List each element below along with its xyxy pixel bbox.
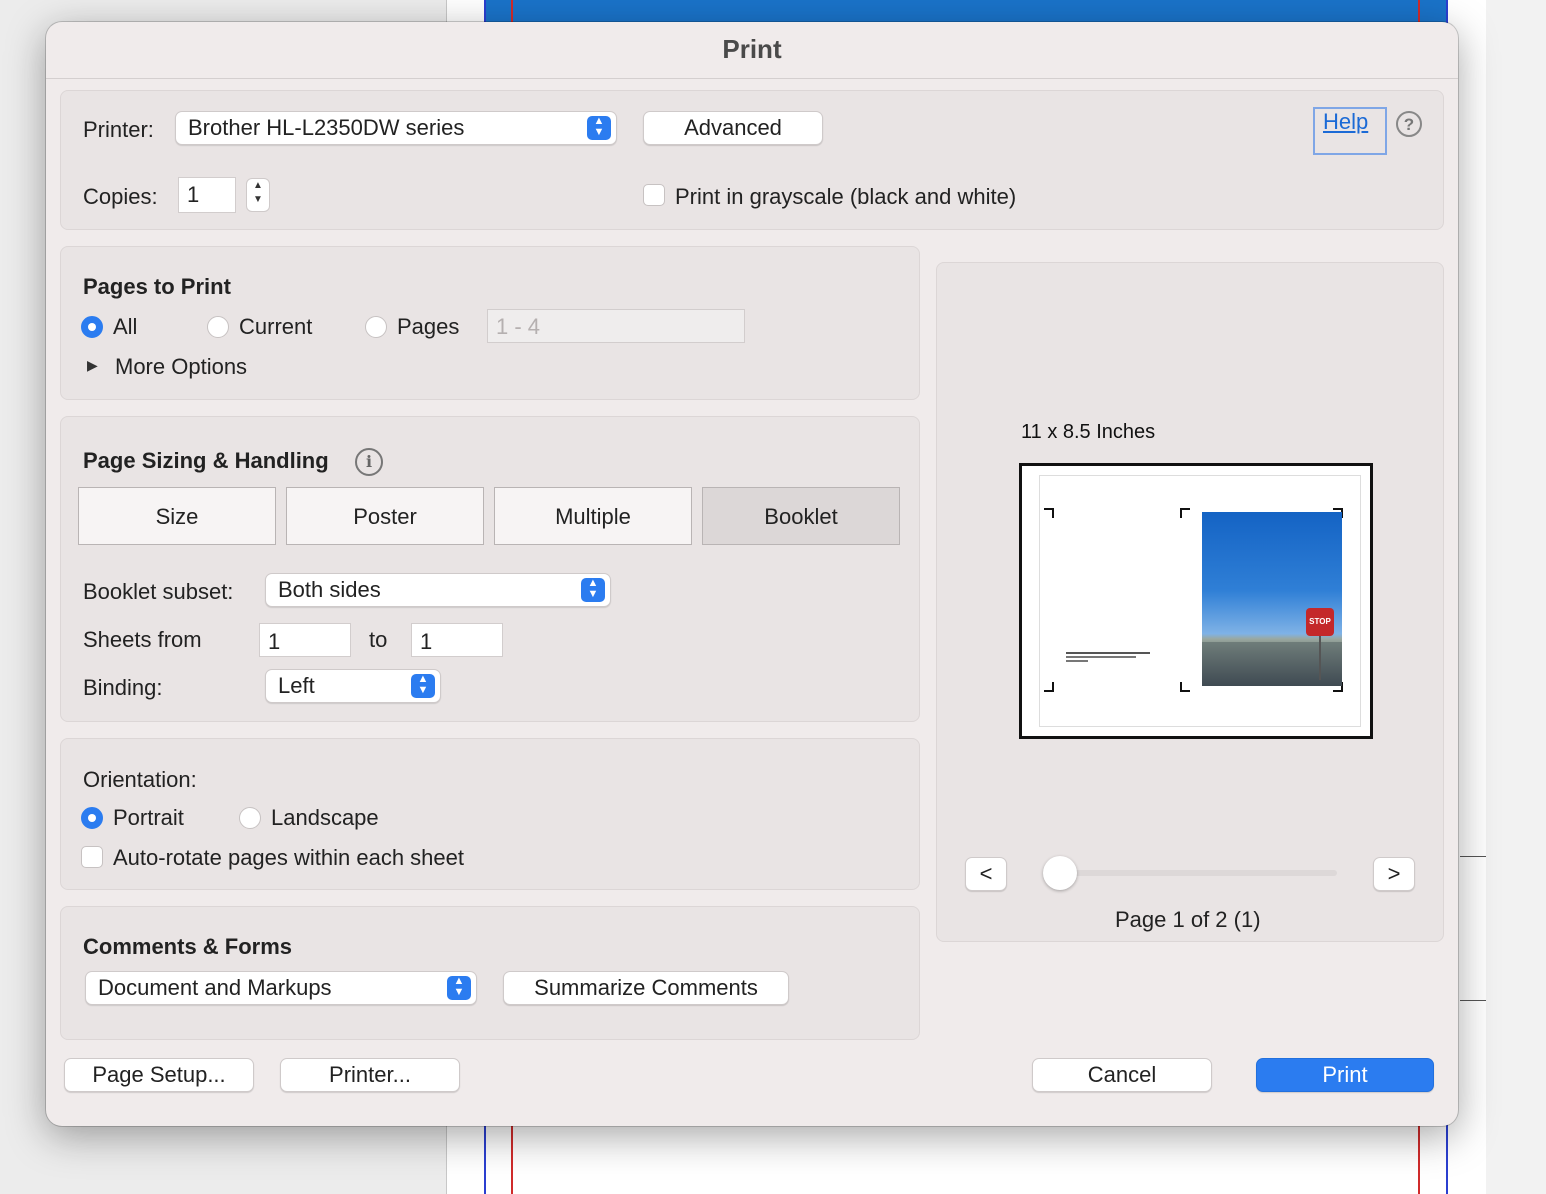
preview-text-line xyxy=(1066,656,1136,658)
background-side-strip xyxy=(1486,0,1546,1194)
preview-sheet: STOP xyxy=(1040,476,1360,726)
autorotate-label: Auto-rotate pages within each sheet xyxy=(113,845,465,870)
radio-landscape-label: Landscape xyxy=(271,805,379,830)
background-document-banner xyxy=(484,0,1448,24)
background-rule xyxy=(1460,856,1486,857)
tab-size[interactable]: Size xyxy=(78,487,276,545)
copies-field[interactable]: 1 xyxy=(178,177,236,213)
page-setup-button[interactable]: Page Setup... xyxy=(64,1058,254,1092)
radio-all-label: All xyxy=(113,314,138,339)
page-range-field[interactable]: 1 - 4 xyxy=(487,309,745,343)
cancel-button[interactable]: Cancel xyxy=(1032,1058,1212,1092)
stop-sign-icon: STOP xyxy=(1306,608,1334,636)
disclosure-triangle-icon[interactable]: ▶ xyxy=(87,357,98,374)
dialog-titlebar: Print xyxy=(46,22,1458,79)
help-icon[interactable]: ? xyxy=(1396,111,1422,137)
pages-to-print-panel: Pages to Print All Current Pages 1 - 4 ▶… xyxy=(60,246,920,400)
info-icon[interactable]: i xyxy=(355,448,383,476)
grayscale-checkbox[interactable] xyxy=(643,184,665,206)
comments-forms-value: Document and Markups xyxy=(98,975,332,1000)
crop-mark xyxy=(1044,682,1054,692)
booklet-subset-value: Both sides xyxy=(278,577,381,602)
tab-poster[interactable]: Poster xyxy=(286,487,484,545)
print-dialog: Print Printer: Brother HL-L2350DW series… xyxy=(46,22,1458,1126)
page-slider-track[interactable] xyxy=(1045,870,1337,876)
preview-text-line xyxy=(1066,660,1088,662)
help-link[interactable]: Help xyxy=(1323,109,1368,135)
sheets-to-field[interactable]: 1 xyxy=(411,623,503,657)
booklet-subset-label: Booklet subset: xyxy=(83,579,234,604)
advanced-button[interactable]: Advanced xyxy=(643,111,823,145)
preview-panel: 11 x 8.5 Inches STOP < > Page 1 of 2 (1) xyxy=(936,262,1444,942)
crop-mark xyxy=(1180,682,1190,692)
page-sizing-panel: Page Sizing & Handling i Booklet subset:… xyxy=(60,416,920,722)
printer-select[interactable]: Brother HL-L2350DW series ▲ ▼ xyxy=(175,111,617,145)
prev-page-button[interactable]: < xyxy=(965,857,1007,891)
tab-booklet[interactable]: Booklet xyxy=(702,487,900,545)
help-link-focus-ring: Help xyxy=(1313,107,1387,155)
orientation-heading: Orientation: xyxy=(83,767,197,792)
tab-multiple[interactable]: Multiple xyxy=(494,487,692,545)
sheets-from-field[interactable]: 1 xyxy=(259,623,351,657)
stop-sign-text: STOP xyxy=(1309,617,1331,626)
page-slider-thumb[interactable] xyxy=(1043,856,1077,890)
radio-portrait-label: Portrait xyxy=(113,805,184,830)
copies-stepper[interactable]: ▲ ▼ xyxy=(246,178,270,212)
dialog-title: Print xyxy=(722,34,782,64)
preview-photo: STOP xyxy=(1202,512,1342,686)
next-page-button[interactable]: > xyxy=(1373,857,1415,891)
radio-landscape[interactable] xyxy=(239,807,261,829)
popup-chevron-icon: ▲ ▼ xyxy=(411,674,435,698)
popup-chevron-icon: ▲ ▼ xyxy=(587,116,611,140)
page-sizing-heading: Page Sizing & Handling xyxy=(83,448,329,473)
crop-mark xyxy=(1044,508,1054,518)
booklet-subset-select[interactable]: Both sides ▲ ▼ xyxy=(265,573,611,607)
binding-value: Left xyxy=(278,673,315,698)
radio-all[interactable] xyxy=(81,316,103,338)
background-rule xyxy=(1460,1000,1486,1001)
orientation-panel: Orientation: Portrait Landscape Auto-rot… xyxy=(60,738,920,890)
radio-portrait[interactable] xyxy=(81,807,103,829)
paper-size-label: 11 x 8.5 Inches xyxy=(1021,421,1156,443)
sign-post xyxy=(1319,636,1321,680)
printer-select-value: Brother HL-L2350DW series xyxy=(188,115,465,140)
sheets-from-label: Sheets from xyxy=(83,627,202,652)
summarize-comments-button[interactable]: Summarize Comments xyxy=(503,971,789,1005)
preview-text-line xyxy=(1066,652,1150,654)
pages-to-print-heading: Pages to Print xyxy=(83,274,231,299)
autorotate-checkbox[interactable] xyxy=(81,846,103,868)
printer-button[interactable]: Printer... xyxy=(280,1058,460,1092)
popup-chevron-icon: ▲ ▼ xyxy=(447,976,471,1000)
crop-mark xyxy=(1180,508,1190,518)
more-options-label[interactable]: More Options xyxy=(115,354,247,380)
printer-label: Printer: xyxy=(83,117,154,142)
popup-chevron-icon: ▲ ▼ xyxy=(581,578,605,602)
page-preview: STOP xyxy=(1019,463,1373,739)
radio-current[interactable] xyxy=(207,316,229,338)
comments-forms-panel: Comments & Forms Document and Markups ▲ ▼… xyxy=(60,906,920,1040)
page-status-label: Page 1 of 2 (1) xyxy=(1115,907,1261,932)
sheets-to-label: to xyxy=(369,627,388,652)
photo-road xyxy=(1202,642,1342,686)
comments-forms-heading: Comments & Forms xyxy=(83,934,293,959)
radio-pages[interactable] xyxy=(365,316,387,338)
radio-pages-label: Pages xyxy=(397,314,460,339)
printer-panel: Printer: Brother HL-L2350DW series ▲ ▼ Ad… xyxy=(60,90,1444,230)
binding-label: Binding: xyxy=(83,675,163,700)
binding-select[interactable]: Left ▲ ▼ xyxy=(265,669,441,703)
radio-current-label: Current xyxy=(239,314,313,339)
copies-label: Copies: xyxy=(83,184,158,209)
comments-forms-select[interactable]: Document and Markups ▲ ▼ xyxy=(85,971,477,1005)
grayscale-label: Print in grayscale (black and white) xyxy=(675,184,1017,209)
print-button[interactable]: Print xyxy=(1256,1058,1434,1092)
